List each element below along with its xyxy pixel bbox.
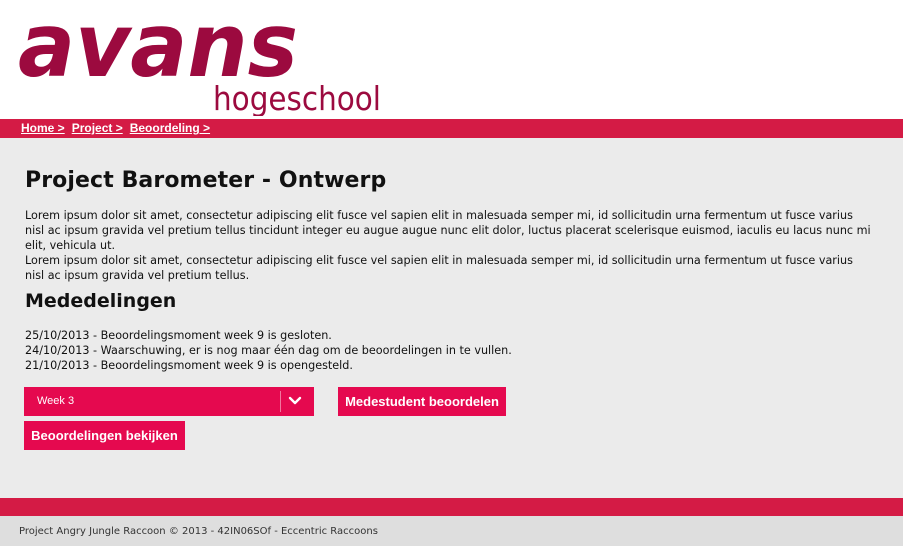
week-select[interactable]: Week 3 xyxy=(24,387,314,416)
footer: Project Angry Jungle Raccoon © 2013 - 42… xyxy=(0,516,903,546)
breadcrumb-home[interactable]: Home > xyxy=(21,121,65,135)
view-reviews-button[interactable]: Beoordelingen bekijken xyxy=(24,421,185,450)
announcement-item: 24/10/2013 - Waarschuwing, er is nog maa… xyxy=(25,344,512,357)
announcement-item: 25/10/2013 - Beoordelingsmoment week 9 i… xyxy=(25,329,332,342)
logo-subtitle: hogeschool xyxy=(213,79,381,116)
page-title: Project Barometer - Ontwerp xyxy=(25,168,387,193)
breadcrumb-project[interactable]: Project > xyxy=(72,121,123,135)
intro-paragraph: Lorem ipsum dolor sit amet, consectetur … xyxy=(25,209,871,252)
header: avans hogeschool xyxy=(0,0,903,119)
intro-paragraph: Lorem ipsum dolor sit amet, consectetur … xyxy=(25,254,853,282)
select-divider xyxy=(280,391,281,412)
breadcrumb: Home > Project > Beoordeling > xyxy=(21,121,217,135)
breadcrumb-beoordeling[interactable]: Beoordeling > xyxy=(130,121,210,135)
announcements-title: Mededelingen xyxy=(25,290,177,312)
week-select-value: Week 3 xyxy=(37,395,75,407)
announcements-list: 25/10/2013 - Beoordelingsmoment week 9 i… xyxy=(25,328,512,373)
intro-text: Lorem ipsum dolor sit amet, consectetur … xyxy=(25,208,875,283)
announcement-item: 21/10/2013 - Beoordelingsmoment week 9 i… xyxy=(25,359,353,372)
peer-review-button[interactable]: Medestudent beoordelen xyxy=(338,387,506,416)
footer-bar xyxy=(0,498,903,516)
avans-logo[interactable]: avans hogeschool xyxy=(14,4,394,116)
chevron-down-icon[interactable] xyxy=(288,394,302,408)
footer-text: Project Angry Jungle Raccoon © 2013 - 42… xyxy=(19,526,378,537)
breadcrumb-bar: Home > Project > Beoordeling > xyxy=(0,119,903,138)
